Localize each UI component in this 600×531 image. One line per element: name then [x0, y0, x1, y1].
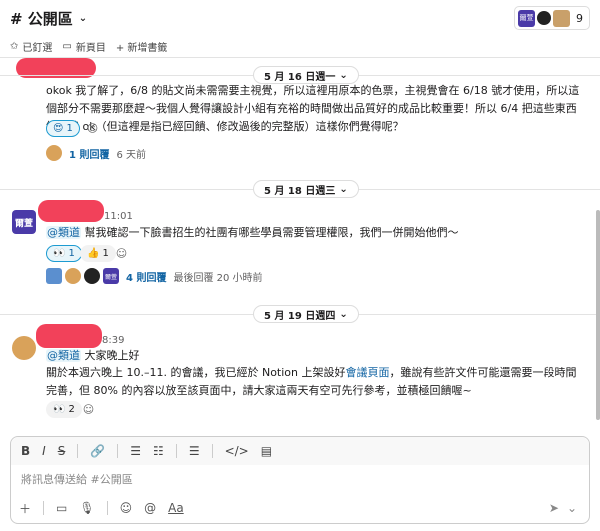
message-text: @類道 大家晚上好 — [46, 349, 140, 362]
avatar — [65, 268, 81, 284]
chevron-down-icon: ⌄ — [78, 12, 88, 24]
send-icon[interactable]: ➤ — [549, 501, 559, 515]
add-reaction-icon[interactable]: ☺ — [84, 120, 101, 137]
channel-header: # 公開區 ⌄ 爾萱 9 — [0, 0, 600, 36]
redacted-name — [38, 200, 104, 222]
thread-summary[interactable]: 爾萱 4 則回覆 最後回覆 20 小時前 — [46, 268, 263, 284]
pin-icon: ✩ — [10, 41, 19, 52]
text-format-icon[interactable]: Aa — [168, 501, 184, 515]
mention[interactable]: @類道 — [46, 349, 81, 362]
bookmark-pinned[interactable]: ✩ 已釘選 — [10, 39, 52, 54]
meeting-page-link[interactable]: 會議頁面 — [346, 366, 390, 379]
bookmark-label: 新頁目 — [75, 43, 106, 54]
thread-summary[interactable]: 1 則回覆 6 天前 — [46, 145, 146, 161]
reaction-heart-eyes[interactable]: 😍 1 — [46, 120, 80, 137]
code-block-icon[interactable]: ▤ — [261, 444, 272, 458]
member-avatar: 爾萱 — [518, 9, 535, 27]
avatar — [84, 268, 100, 284]
mention[interactable]: @類道 — [46, 226, 81, 239]
message-text: @類道 幫我確認一下臉書招生的社團有哪些學員需要管理權限，我們一併開始他們～ — [46, 226, 459, 239]
message-text: okok 我了解了，6/8 的貼文尚未需需要主視覺，所以這裡用原本的色票，主視覺… — [46, 84, 580, 133]
bookmark-item[interactable]: ▭ 新頁目 — [62, 39, 105, 54]
date-pill[interactable]: 5 月 19 日週四 ⌄ — [253, 305, 359, 323]
chevron-down-icon: ⌄ — [339, 183, 348, 195]
member-avatar — [537, 11, 551, 25]
date-pill[interactable]: 5 月 18 日週三 ⌄ — [253, 180, 359, 198]
chevron-down-icon: ⌄ — [339, 69, 348, 81]
mention-icon[interactable]: @ — [144, 501, 156, 515]
strikethrough-icon[interactable]: S — [58, 444, 66, 458]
avatar — [46, 145, 62, 161]
bold-icon[interactable]: B — [21, 444, 30, 458]
reaction-eyes[interactable]: 👀 1 — [46, 245, 82, 262]
plus-icon[interactable]: ＋ — [19, 500, 31, 517]
link-icon[interactable]: 🔗 — [90, 444, 105, 458]
chevron-down-icon[interactable]: ⌄ — [567, 501, 577, 515]
chevron-down-icon: ⌄ — [339, 308, 348, 320]
reaction-eyes[interactable]: 👀 2 — [46, 401, 82, 418]
avatar — [46, 268, 62, 284]
eyes-emoji-icon: 👀 — [53, 248, 66, 259]
message-timestamp[interactable]: 8:39 — [102, 335, 124, 346]
emoji-icon[interactable]: ☺ — [120, 501, 133, 515]
microphone-icon[interactable]: 🎙 — [79, 501, 94, 515]
avatar[interactable] — [12, 336, 36, 360]
member-count: 9 — [576, 11, 583, 25]
add-bookmark-button[interactable]: + 新增書籤 — [116, 39, 168, 54]
blockquote-icon[interactable]: ☰ — [189, 444, 200, 458]
message-composer: B I S 🔗 ☰ ☷ ☰ </> ▤ 將訊息傳送給 #公開區 ＋ ▭ 🎙 ☺ … — [10, 436, 590, 524]
thumbs-up-emoji-icon: 👍 — [87, 248, 100, 259]
heart-eyes-emoji-icon: 😍 — [53, 123, 64, 134]
eyes-emoji-icon: 👀 — [53, 404, 66, 415]
avatar: 爾萱 — [103, 268, 119, 284]
numbered-list-icon[interactable]: ☰ — [130, 444, 141, 458]
add-reaction-icon[interactable]: ☺ — [80, 401, 97, 418]
reaction-thumbs-up[interactable]: 👍 1 — [80, 245, 116, 262]
bookmark-bar: ✩ 已釘選 ▭ 新頁目 + 新增書籤 — [0, 36, 600, 58]
document-icon: ▭ — [62, 41, 72, 52]
message-text: 關於本週六晚上 10.–11. 的會議，我已經於 Notion 上架設好會議頁面… — [46, 366, 577, 397]
send-controls: ➤ ⌄ — [549, 501, 577, 515]
channel-name: # 公開區 — [10, 9, 73, 28]
member-button[interactable]: 爾萱 9 — [514, 6, 590, 30]
bulleted-list-icon[interactable]: ☷ — [153, 444, 164, 458]
italic-icon[interactable]: I — [42, 444, 46, 458]
avatar[interactable]: 爾萱 — [12, 210, 36, 234]
add-reaction-icon[interactable]: ☺ — [113, 245, 130, 262]
composer-actions: ＋ ▭ 🎙 ☺ @ Aa — [11, 493, 589, 523]
channel-title[interactable]: # 公開區 ⌄ — [10, 8, 87, 29]
message-input[interactable]: 將訊息傳送給 #公開區 — [11, 465, 589, 493]
redacted-name — [36, 324, 102, 348]
video-icon[interactable]: ▭ — [56, 501, 67, 515]
date-divider: 5 月 19 日週四 ⌄ — [0, 305, 600, 323]
date-divider: 5 月 18 日週三 ⌄ — [0, 180, 600, 198]
code-icon[interactable]: </> — [225, 444, 249, 458]
message-timestamp[interactable]: 11:01 — [104, 211, 133, 222]
formatting-toolbar: B I S 🔗 ☰ ☷ ☰ </> ▤ — [11, 437, 589, 465]
scrollbar[interactable] — [596, 210, 600, 420]
member-avatar — [553, 9, 570, 27]
bookmark-label: 已釘選 — [22, 43, 53, 54]
